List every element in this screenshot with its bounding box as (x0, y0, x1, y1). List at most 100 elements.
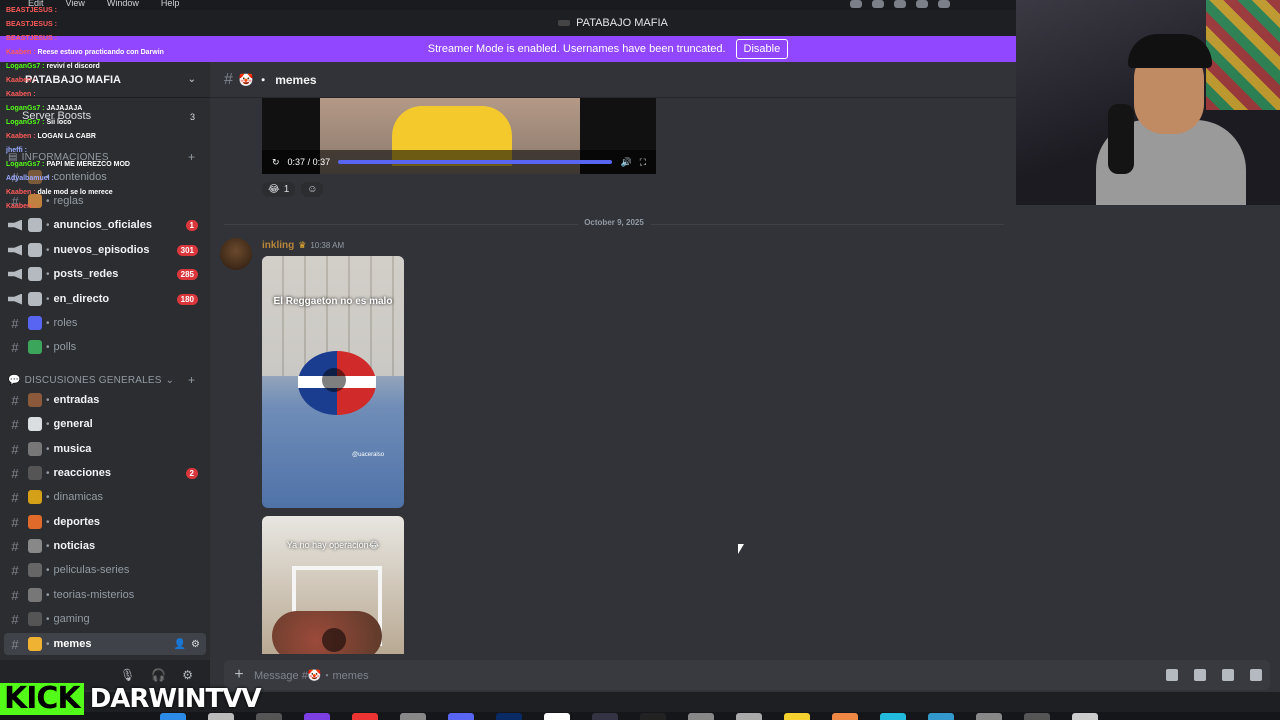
volume-icon[interactable]: 🔊 (620, 157, 631, 168)
screen: Edit View Window Help PATABAJO MAFIA Str… (0, 0, 1280, 720)
channel-emoji-icon (28, 466, 42, 480)
sidebar-item-entradas[interactable]: # • entradas (4, 389, 206, 411)
sidebar-item-posts_redes[interactable]: • posts_redes 285 (4, 263, 206, 285)
sidebar-item-en_directo[interactable]: • en_directo 180 (4, 288, 206, 310)
sidebar-item-noticias[interactable]: # • noticias (4, 535, 206, 557)
hash-icon: # (11, 636, 19, 652)
channel-emoji-icon (28, 515, 42, 529)
channel-name: en_directo (53, 293, 110, 305)
hash-icon: # (11, 562, 19, 578)
channel-emoji-icon (28, 442, 42, 456)
sidebar-item-roles[interactable]: # • roles (4, 312, 206, 334)
sidebar-item-nuevos_episodios[interactable]: • nuevos_episodios 301 (4, 239, 206, 261)
dock-app-icon[interactable] (304, 713, 330, 720)
dock-app-icon[interactable] (1072, 713, 1098, 720)
sidebar-item-anuncios_oficiales[interactable]: • anuncios_oficiales 1 (4, 214, 206, 236)
sidebar-item-dinamicas[interactable]: # • dinamicas (4, 486, 206, 508)
video-attachment[interactable]: El Reggaeton no es malo @uaceralso (262, 256, 404, 508)
dock-app-icon[interactable] (1024, 713, 1050, 720)
author-name[interactable]: inkling (262, 240, 294, 251)
headphones-icon[interactable]: 🎧 (151, 668, 166, 682)
sticker-icon[interactable] (1222, 669, 1234, 681)
tray-icon[interactable] (872, 0, 884, 8)
video-progress-bar[interactable] (338, 160, 613, 164)
channel-emoji-icon (28, 218, 42, 232)
replay-icon[interactable]: ↻ (272, 157, 280, 168)
dock-app-icon[interactable] (976, 713, 1002, 720)
webcam-background (1206, 0, 1280, 110)
sidebar-item-deportes[interactable]: # • deportes (4, 511, 206, 533)
dock-app-icon[interactable] (400, 713, 426, 720)
dock-app-icon[interactable] (544, 713, 570, 720)
dock-app-icon[interactable] (448, 713, 474, 720)
sidebar-item-reacciones[interactable]: # • reacciones 2 (4, 462, 206, 484)
emoji-icon[interactable] (1250, 669, 1262, 681)
tray-icon[interactable] (938, 0, 950, 8)
chat-text: dale mod se lo merece (37, 189, 113, 196)
avatar[interactable] (220, 238, 252, 270)
megaphone-icon (8, 244, 22, 256)
date-divider-label: October 9, 2025 (578, 218, 650, 227)
add-channel-icon[interactable]: + (188, 373, 195, 387)
sidebar-item-peliculas-series[interactable]: # • peliculas-series (4, 559, 206, 581)
server-icon (558, 20, 571, 26)
category-label: DISCUSIONES GENERALES (24, 375, 162, 386)
video-player[interactable]: ↻ 0:37 / 0:37 🔊 ⛶ (262, 98, 656, 174)
dock-app-icon[interactable] (784, 713, 810, 720)
channel-name: entradas (53, 394, 100, 406)
message-input[interactable]: Message #🤡・memes (254, 667, 369, 683)
gear-icon[interactable]: ⚙ (191, 639, 200, 650)
invite-icon[interactable]: 👤 (174, 639, 186, 650)
chat-message: LoganGs7 : reviví el discord (6, 60, 206, 74)
chat-message: LoganGs7 : PAPI ME MEREZCO MOD (6, 158, 206, 172)
sidebar-item-teorias-misterios[interactable]: # • teorias-misterios (4, 584, 206, 606)
chat-username: LoganGs7 : (6, 63, 45, 70)
dock-app-icon[interactable] (880, 713, 906, 720)
chat-message: Adyalbamuel : (6, 172, 206, 186)
dock-app-icon[interactable] (832, 713, 858, 720)
gif-icon[interactable] (1194, 669, 1206, 681)
dock-app-icon[interactable] (496, 713, 522, 720)
play-icon[interactable] (322, 628, 346, 652)
channel-name: roles (53, 317, 78, 329)
hash-icon: # (11, 392, 19, 408)
chat-bubble-icon: 💬 (8, 375, 21, 386)
microphone-icon[interactable]: 🎙 (120, 668, 135, 682)
gear-icon[interactable]: ⚙ (182, 668, 193, 682)
unread-badge: 2 (185, 467, 198, 479)
sidebar-item-polls[interactable]: # • polls (4, 336, 206, 358)
dock-app-icon[interactable] (592, 713, 618, 720)
dock-app-icon[interactable] (640, 713, 666, 720)
chat-message: Kaaben : (6, 200, 206, 214)
dock-app-icon[interactable] (928, 713, 954, 720)
dock-app-icon[interactable] (736, 713, 762, 720)
fullscreen-icon[interactable]: ⛶ (640, 157, 646, 168)
add-reaction-icon[interactable]: ☺ (301, 182, 324, 197)
hash-icon: # (11, 416, 19, 432)
reaction-pill[interactable]: 😂 1 (262, 182, 296, 197)
tray-icon[interactable] (916, 0, 928, 8)
play-icon[interactable] (322, 368, 346, 392)
channel-emoji-icon (28, 340, 42, 354)
dock-app-icon[interactable] (352, 713, 378, 720)
gift-icon[interactable] (1166, 669, 1178, 681)
channel-emoji-icon (28, 243, 42, 257)
video-attachment[interactable]: Ya no hay operación😂 (262, 516, 404, 654)
message-composer[interactable]: + Message #🤡・memes (224, 660, 1270, 690)
hash-icon: # (11, 441, 19, 457)
sidebar-item-memes[interactable]: # • memes 👤 ⚙ (4, 633, 206, 655)
sidebar-item-musica[interactable]: # • musica (4, 438, 206, 460)
message-author-row: inkling ♛ 10:38 AM (262, 240, 344, 251)
window-title: PATABAJO MAFIA (576, 17, 668, 29)
tray-icon[interactable] (894, 0, 906, 8)
disable-streamer-mode-button[interactable]: Disable (735, 39, 789, 59)
dock-app-icon[interactable] (688, 713, 714, 720)
tray-icon[interactable] (850, 0, 862, 8)
sidebar-item-general[interactable]: # • general (4, 413, 206, 435)
chat-message: Kaaben : (6, 88, 206, 102)
channel-separator: • (46, 491, 50, 503)
chat-username: LoganGs7 : (6, 105, 45, 112)
category-discusiones-generales[interactable]: 💬 DISCUSIONES GENERALES ⌄ (8, 375, 174, 386)
sidebar-item-gaming[interactable]: # • gaming (4, 608, 206, 630)
chat-message: LoganGs7 : JAJAJAJA (6, 102, 206, 116)
